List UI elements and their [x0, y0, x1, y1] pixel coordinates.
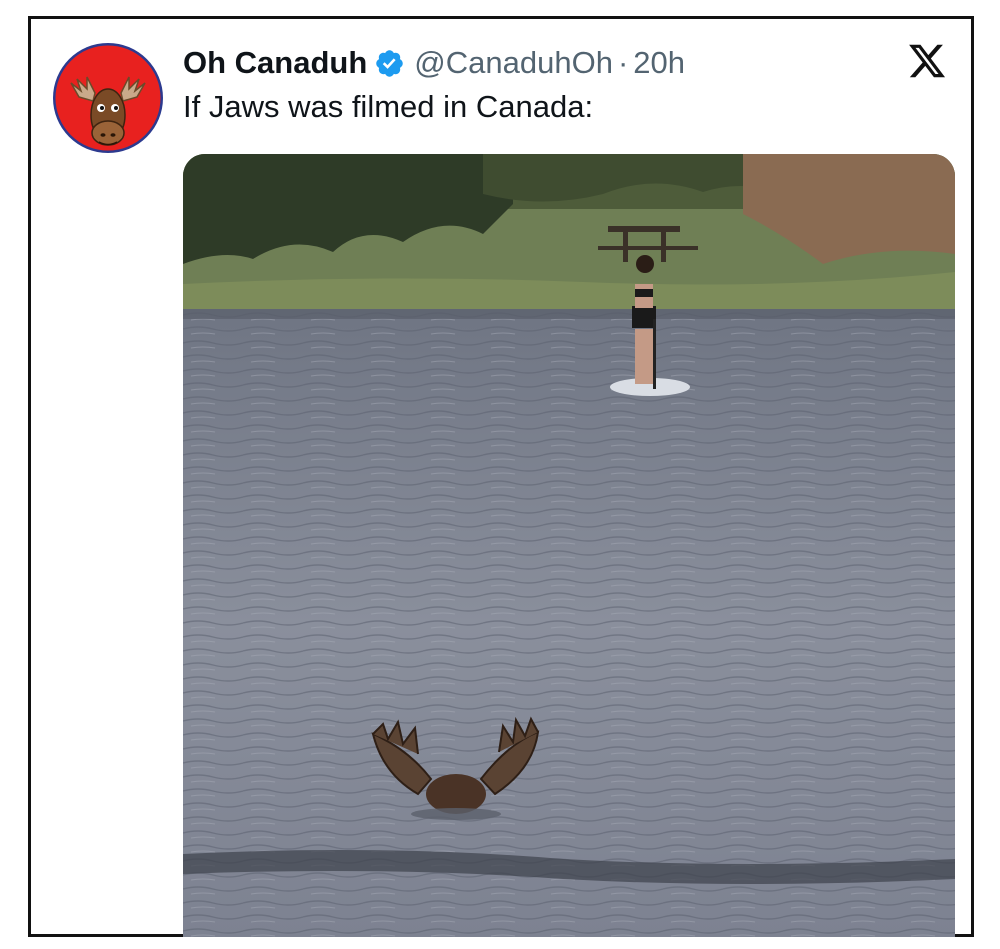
- author-name[interactable]: Oh Canaduh: [183, 45, 367, 81]
- lake-moose-photo: [183, 154, 955, 937]
- verified-badge-icon: [376, 49, 404, 77]
- x-logo-icon[interactable]: [907, 41, 947, 81]
- author-handle[interactable]: @CanaduhOh: [414, 45, 613, 81]
- tweet-card: Oh Canaduh @CanaduhOh · 20h If Jaws was …: [28, 16, 974, 937]
- timestamp[interactable]: 20h: [633, 45, 685, 81]
- tweet-text: If Jaws was filmed in Canada:: [183, 89, 594, 124]
- tweet-header: Oh Canaduh @CanaduhOh · 20h: [183, 41, 685, 85]
- avatar[interactable]: [53, 43, 163, 153]
- moose-avatar-icon: [53, 43, 163, 153]
- header-separator: ·: [617, 45, 629, 80]
- tweet-photo[interactable]: [183, 154, 955, 937]
